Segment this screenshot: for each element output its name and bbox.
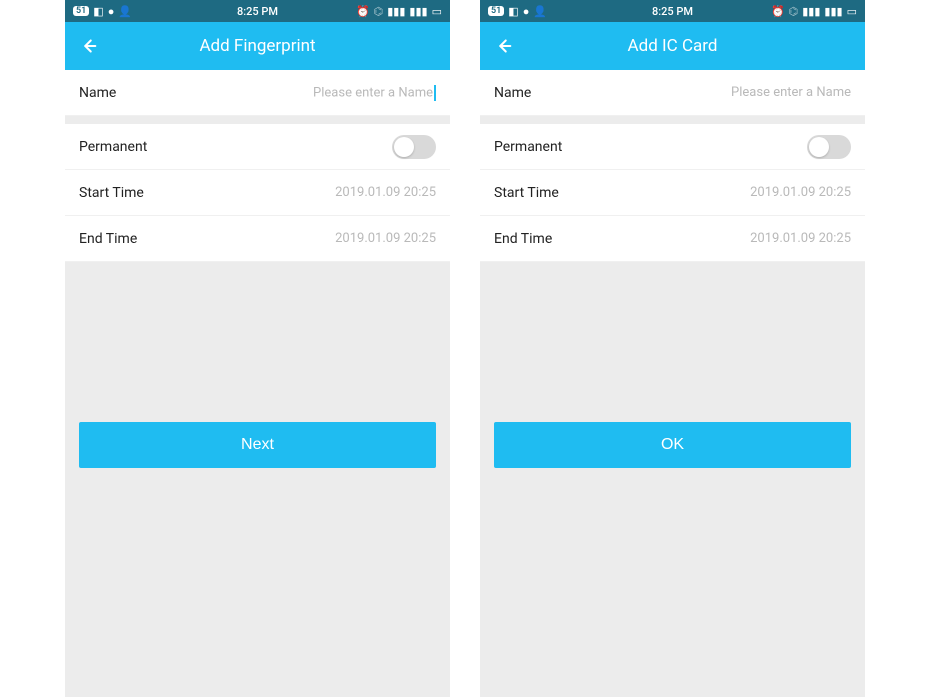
signal-icon: ▮▮▮ (802, 5, 820, 18)
alarm-icon: ⏰ (771, 5, 785, 18)
battery-icon: ▭ (432, 5, 442, 18)
back-button[interactable] (492, 35, 514, 57)
status-left-icons: 51 ◧ ● 👤 (73, 5, 132, 18)
content-filler: Next (65, 262, 450, 697)
section-gap (65, 116, 450, 124)
end-time-value: 2019.01.09 20:25 (750, 231, 851, 246)
permanent-toggle[interactable] (392, 135, 436, 159)
content-filler: OK (480, 262, 865, 697)
battery-icon: ▭ (847, 5, 857, 18)
permanent-toggle[interactable] (807, 135, 851, 159)
permanent-label: Permanent (494, 139, 562, 155)
status-time: 8:25 PM (237, 5, 278, 18)
person-icon: 👤 (533, 5, 547, 18)
signal-icon-2: ▮▮▮ (824, 5, 842, 18)
phone-screen-1: 51 ◧ ● 👤 8:25 PM ⏰ ⌬ ▮▮▮ ▮▮▮ ▭ Add Finge… (65, 0, 450, 697)
start-time-row[interactable]: Start Time 2019.01.09 20:25 (65, 170, 450, 216)
phone-screen-2: 51 ◧ ● 👤 8:25 PM ⏰ ⌬ ▮▮▮ ▮▮▮ ▭ Add IC Ca… (480, 0, 865, 697)
navbar: Add Fingerprint (65, 22, 450, 70)
text-cursor-icon (434, 85, 436, 101)
form-list: Name Please enter a Name Permanent Start… (480, 70, 865, 262)
app-icon: ◧ (508, 5, 518, 18)
start-time-value: 2019.01.09 20:25 (750, 185, 851, 200)
name-label: Name (79, 85, 116, 101)
permanent-label: Permanent (79, 139, 147, 155)
ok-button[interactable]: OK (494, 422, 851, 468)
end-time-row[interactable]: End Time 2019.01.09 20:25 (480, 216, 865, 262)
end-time-value: 2019.01.09 20:25 (335, 231, 436, 246)
bluetooth-icon: ⌬ (789, 5, 799, 18)
signal-icon-2: ▮▮▮ (409, 5, 427, 18)
page-title: Add Fingerprint (199, 36, 315, 56)
end-time-row[interactable]: End Time 2019.01.09 20:25 (65, 216, 450, 262)
end-time-label: End Time (79, 231, 137, 247)
back-button[interactable] (77, 35, 99, 57)
message-icon: ● (108, 5, 115, 18)
alarm-icon: ⏰ (356, 5, 370, 18)
name-input[interactable]: Please enter a Name (731, 85, 851, 100)
status-right-icons: ⏰ ⌬ ▮▮▮ ▮▮▮ ▭ (356, 5, 442, 18)
status-badge: 51 (73, 6, 89, 16)
permanent-row: Permanent (480, 124, 865, 170)
status-badge: 51 (488, 6, 504, 16)
name-label: Name (494, 85, 531, 101)
start-time-value: 2019.01.09 20:25 (335, 185, 436, 200)
start-time-label: Start Time (494, 185, 559, 201)
end-time-label: End Time (494, 231, 552, 247)
status-left-icons: 51 ◧ ● 👤 (488, 5, 547, 18)
permanent-row: Permanent (65, 124, 450, 170)
person-icon: 👤 (118, 5, 132, 18)
navbar: Add IC Card (480, 22, 865, 70)
app-icon: ◧ (93, 5, 103, 18)
name-row[interactable]: Name Please enter a Name (480, 70, 865, 116)
section-gap (480, 116, 865, 124)
start-time-row[interactable]: Start Time 2019.01.09 20:25 (480, 170, 865, 216)
status-time: 8:25 PM (652, 5, 693, 18)
name-row[interactable]: Name Please enter a Name (65, 70, 450, 116)
statusbar: 51 ◧ ● 👤 8:25 PM ⏰ ⌬ ▮▮▮ ▮▮▮ ▭ (65, 0, 450, 22)
bluetooth-icon: ⌬ (374, 5, 384, 18)
back-arrow-icon (492, 35, 514, 57)
statusbar: 51 ◧ ● 👤 8:25 PM ⏰ ⌬ ▮▮▮ ▮▮▮ ▭ (480, 0, 865, 22)
signal-icon: ▮▮▮ (387, 5, 405, 18)
page-title: Add IC Card (628, 36, 718, 56)
message-icon: ● (523, 5, 530, 18)
back-arrow-icon (77, 35, 99, 57)
name-input[interactable]: Please enter a Name (313, 85, 436, 101)
status-right-icons: ⏰ ⌬ ▮▮▮ ▮▮▮ ▭ (771, 5, 857, 18)
start-time-label: Start Time (79, 185, 144, 201)
form-list: Name Please enter a Name Permanent Start… (65, 70, 450, 262)
next-button[interactable]: Next (79, 422, 436, 468)
